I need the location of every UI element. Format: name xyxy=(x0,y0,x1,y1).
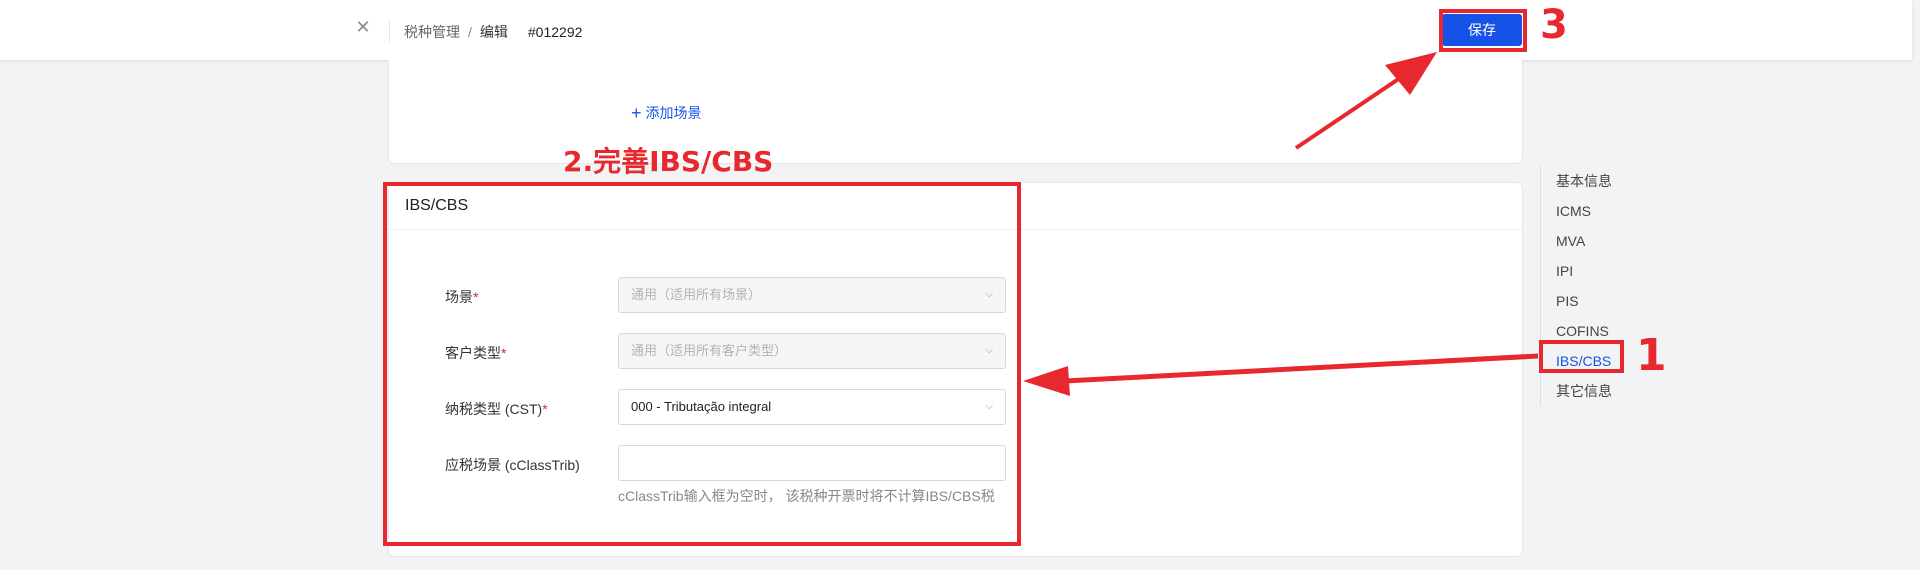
breadcrumb-current: 编辑 xyxy=(479,24,508,40)
tax-type-value: 000 - Tributação integral xyxy=(631,399,772,414)
section-title: IBS/CBS xyxy=(389,183,1522,230)
breadcrumb-separator: / xyxy=(468,24,472,40)
plus-icon: + xyxy=(631,103,642,123)
scene-select[interactable]: 通用（适用所有场景） ⌵ xyxy=(618,277,1006,313)
add-scene-label: 添加场景 xyxy=(645,105,702,121)
chevron-down-icon: ⌵ xyxy=(985,289,993,300)
cclasstrib-hint: cClassTrib输入框为空时， 该税种开票时将不计算IBS/CBS税 xyxy=(618,488,995,504)
add-scene-button[interactable]: + 添加场景 xyxy=(631,102,702,123)
annotation-step1: 1 xyxy=(1636,330,1667,381)
customer-type-select[interactable]: 通用（适用所有客户类型） ⌵ xyxy=(618,333,1006,369)
cclasstrib-input[interactable] xyxy=(618,445,1006,481)
anchor-item-mva[interactable]: MVA xyxy=(1541,226,1660,256)
anchor-item-icms[interactable]: ICMS xyxy=(1541,196,1660,226)
scene-label: 场景* xyxy=(445,289,479,305)
record-code: #012292 xyxy=(527,24,583,40)
cclasstrib-label: 应税场景 (cClassTrib) xyxy=(445,457,580,473)
divider xyxy=(389,20,390,42)
anchor-item-ipi[interactable]: IPI xyxy=(1541,256,1660,286)
tax-type-label: 纳税类型 (CST)* xyxy=(445,401,548,417)
breadcrumb-parent[interactable]: 税种管理 xyxy=(404,24,460,40)
close-icon[interactable]: ✕ xyxy=(352,16,374,38)
chevron-down-icon: ⌵ xyxy=(985,345,993,356)
ibs-cbs-card: IBS/CBS 场景* 通用（适用所有场景） ⌵ 客户类型* 通用（适用所有客户… xyxy=(388,182,1523,557)
anchor-item-pis[interactable]: PIS xyxy=(1541,286,1660,316)
scene-card: + 添加场景 xyxy=(388,60,1523,164)
annotation-step3: 3 xyxy=(1540,2,1568,48)
customer-type-label: 客户类型* xyxy=(445,345,507,361)
top-bar: ✕ 税种管理 / 编辑 #012292 保存 xyxy=(0,0,1912,60)
annotation-step2: 2.完善IBS/CBS xyxy=(563,145,774,178)
save-button[interactable]: 保存 xyxy=(1442,14,1522,46)
scene-value: 通用（适用所有场景） xyxy=(631,287,762,302)
tax-type-select[interactable]: 000 - Tributação integral ⌵ xyxy=(618,389,1006,425)
anchor-item-basic-info[interactable]: 基本信息 xyxy=(1541,166,1660,196)
chevron-down-icon: ⌵ xyxy=(985,401,993,412)
breadcrumb: 税种管理 / 编辑 #012292 xyxy=(404,22,582,42)
customer-type-value: 通用（适用所有客户类型） xyxy=(631,343,788,358)
